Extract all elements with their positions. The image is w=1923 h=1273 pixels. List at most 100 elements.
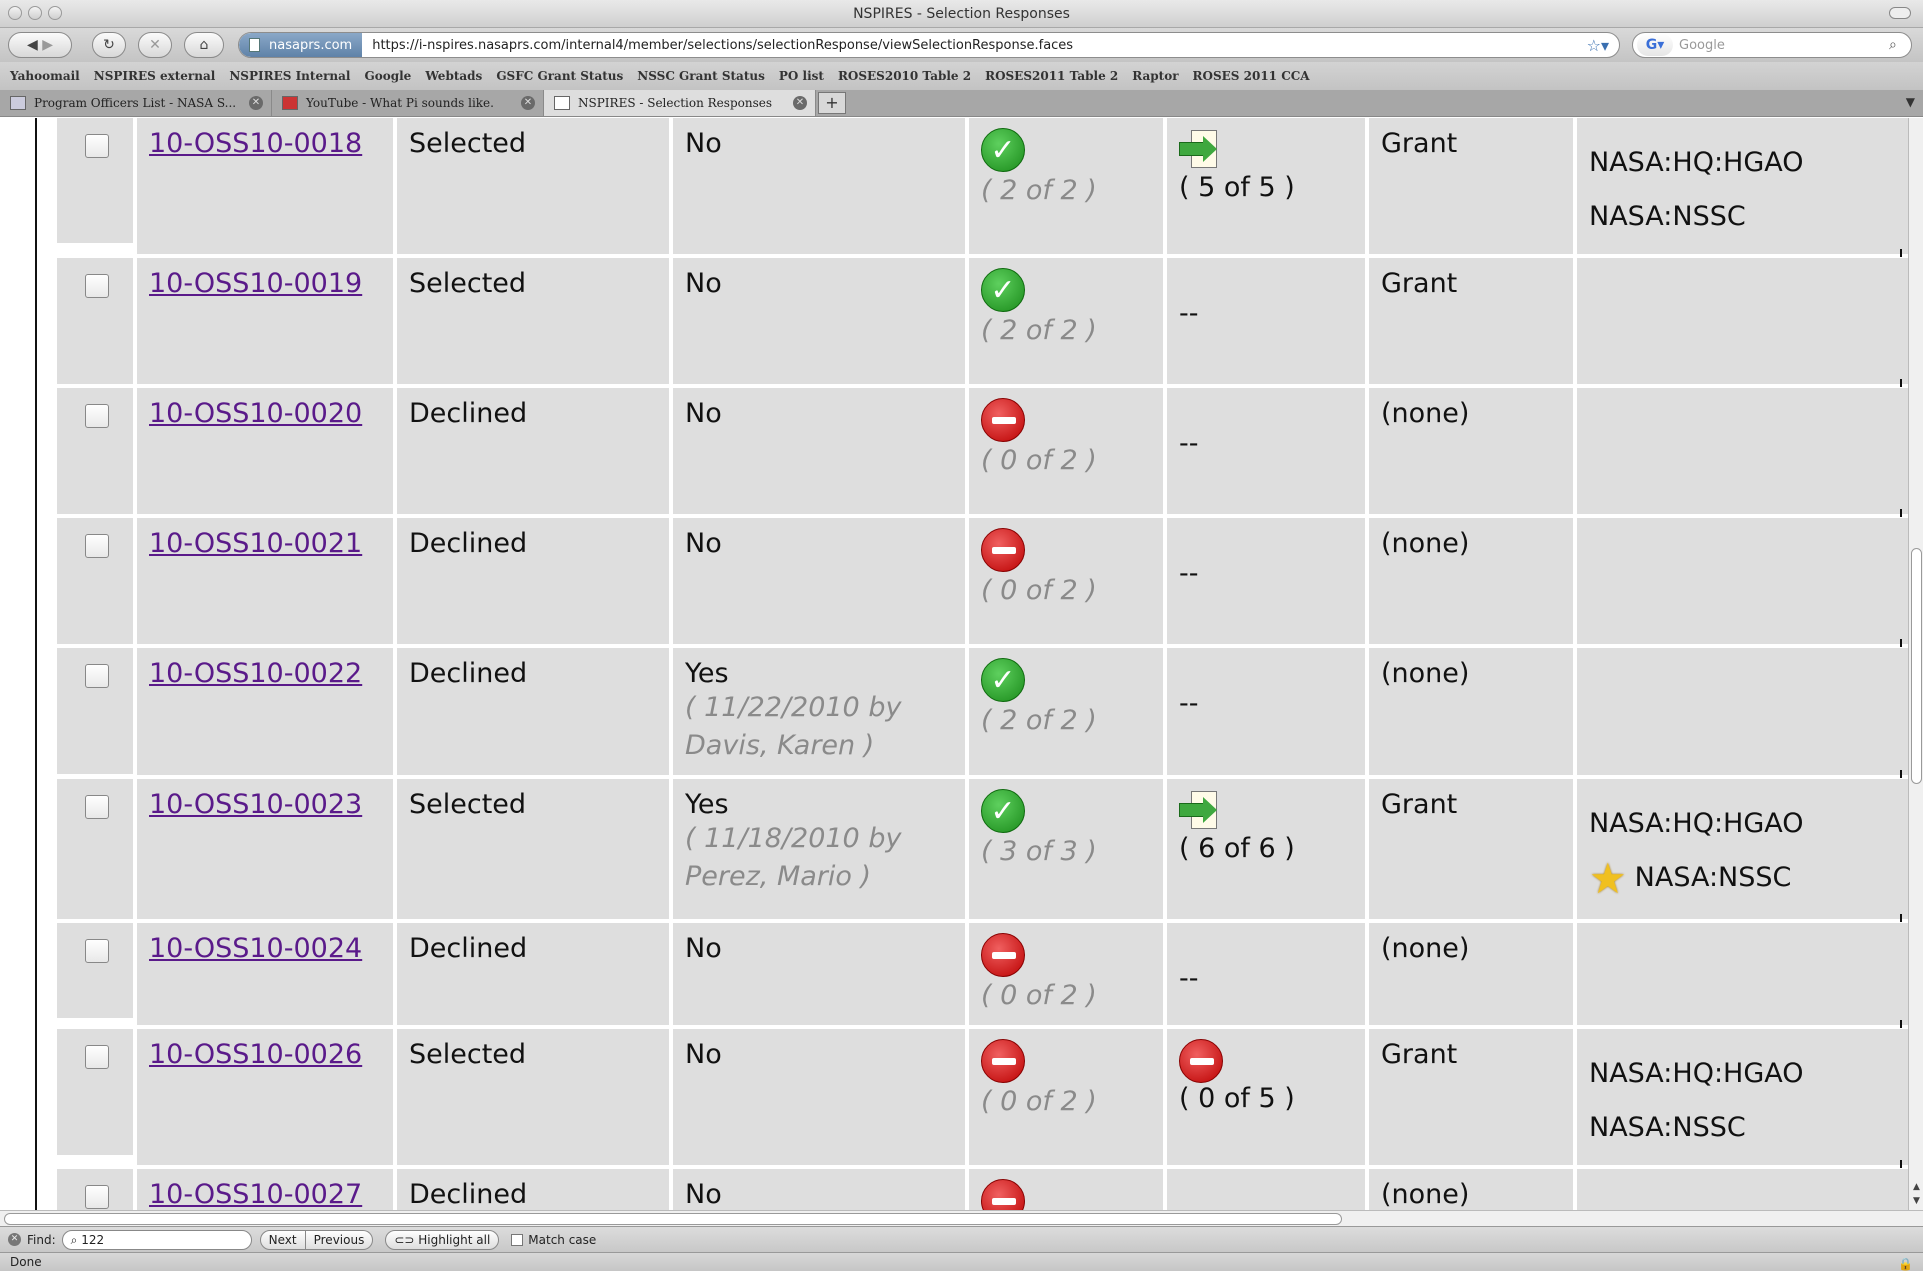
bookmark-item[interactable]: Webtads [425,69,482,83]
google-icon[interactable]: G▾ [1637,34,1673,56]
bookmark-item[interactable]: NSPIRES Internal [229,69,350,83]
check-cell: ✓( 3 of 3 ) [969,779,1163,919]
proposal-id-link[interactable]: 10-OSS10-0022 [149,658,362,689]
proposal-id-link[interactable]: 10-OSS10-0020 [149,398,362,429]
bookmark-item[interactable]: PO list [779,69,824,83]
organizations-cell: NASA:HQ:HGAO NASA:NSSC [1577,1029,1908,1168]
bookmark-item[interactable]: Yahoomail [10,69,80,83]
bookmark-item[interactable]: NSPIRES external [94,69,216,83]
check-icon: ✓ [981,658,1025,702]
status-cell: Selected [397,258,669,384]
proposal-id-link[interactable]: 10-OSS10-0027 [149,1179,362,1210]
status-cell: Declined [397,923,669,1025]
award-type-cell: Grant [1369,1029,1573,1165]
scroll-arrows-icon[interactable]: ▲ ▼ [1910,1180,1923,1210]
tab-list-icon[interactable]: ▼ [1906,95,1915,109]
org-entry: NASA:NSSC [1589,190,1896,244]
row-select-checkbox[interactable] [85,795,109,819]
response-cell: Yes( 11/18/2010 by Perez, Mario ) [673,779,965,919]
horizontal-scroll-thumb[interactable] [4,1213,1342,1225]
home-button[interactable]: ⌂ [184,32,224,58]
row-select-checkbox[interactable] [85,664,109,688]
find-input[interactable]: ⌕ 122 [61,1229,252,1250]
vertical-scroll-thumb[interactable] [1911,548,1922,784]
back-forward-button[interactable]: ◀ ▶ [8,32,72,58]
proposal-id-link[interactable]: 10-OSS10-0021 [149,528,362,559]
search-box[interactable]: G▾ Google ⌕ [1632,32,1912,58]
row-select-checkbox[interactable] [85,274,109,298]
award-type-text: Grant [1381,268,1458,299]
find-previous-button[interactable]: Previous [305,1229,374,1250]
document-arrow-icon[interactable] [1179,789,1221,833]
match-case-checkbox[interactable] [511,1233,524,1246]
url-bar[interactable]: nasaprs.com https://i-nspires.nasaprs.co… [238,32,1620,58]
bookmark-item[interactable]: ROSES2010 Table 2 [838,69,971,83]
highlight-all-button[interactable]: ⊂⊃ Highlight all [385,1229,500,1250]
title-bar: NSPIRES - Selection Responses [0,0,1923,28]
row-select-checkbox[interactable] [85,939,109,963]
row-select-checkbox[interactable] [85,134,109,158]
tab-youtube[interactable]: YouTube - What Pi sounds like. ✕ [272,90,544,116]
bookmark-item[interactable]: GSFC Grant Status [496,69,623,83]
horizontal-scrollbar[interactable] [0,1210,1923,1226]
select-cell [57,518,133,644]
proposal-id-link[interactable]: 10-OSS10-0019 [149,268,362,299]
proposal-id-link[interactable]: 10-OSS10-0024 [149,933,362,964]
check-count: ( 2 of 2 ) [981,705,1097,736]
bookmark-item[interactable]: ROSES2011 Table 2 [985,69,1118,83]
response-cell: No [673,923,965,1025]
toolbar-toggle-button[interactable] [1889,7,1911,19]
row-select-checkbox[interactable] [85,404,109,428]
proposal-id-cell: 10-OSS10-0026 [137,1029,393,1165]
organizations-cell: NASA:HQ:HGAO NASA:NSSC [1577,118,1908,257]
find-next-button[interactable]: Next [259,1229,306,1250]
home-icon: ⌂ [199,37,209,53]
proposal-id-link[interactable]: 10-OSS10-0026 [149,1039,362,1070]
bookmark-star-icon[interactable]: ☆▾ [1587,36,1609,55]
response-note: ( 11/18/2010 by Perez, Mario ) [685,823,902,892]
response-cell: No [673,258,965,384]
proposal-id-link[interactable]: 10-OSS10-0023 [149,789,362,820]
award-type-text: (none) [1381,658,1470,689]
status-cell: Declined [397,1169,669,1210]
bookmark-item[interactable]: Raptor [1132,69,1178,83]
find-close-icon[interactable]: ✕ [8,1233,21,1246]
proposal-id-link[interactable]: 10-OSS10-0018 [149,128,362,159]
org-entry: NASA:NSSC [1589,1101,1896,1155]
stop-button[interactable]: ✕ [138,32,172,58]
tab-program-officers[interactable]: Program Officers List - NASA S... ✕ [0,90,272,116]
select-cell [57,1169,133,1210]
new-tab-button[interactable]: + [818,92,846,114]
url-text[interactable]: https://i-nspires.nasaprs.com/internal4/… [362,38,1073,53]
org-entry: NASA:HQ:HGAO [1589,1047,1896,1101]
tab-nspires[interactable]: NSPIRES - Selection Responses ✕ [544,90,816,116]
select-cell [57,648,133,774]
tab-close-icon[interactable]: ✕ [793,96,807,110]
table-row: 10-OSS10-0018 Selected No ✓( 2 of 2 ) ( 5 of… [57,118,1908,258]
search-icon[interactable]: ⌕ [1889,37,1911,53]
bookmark-item[interactable]: NSSC Grant Status [637,69,765,83]
bookmarks-bar: Yahoomail NSPIRES external NSPIRES Interna… [0,62,1923,90]
reload-button[interactable]: ↻ [92,32,126,58]
bookmark-item[interactable]: ROSES 2011 CCA [1193,69,1310,83]
row-select-checkbox[interactable] [85,1045,109,1069]
document-arrow-icon[interactable] [1179,128,1221,172]
row-select-checkbox[interactable] [85,534,109,558]
search-input[interactable]: Google [1673,38,1889,53]
vertical-scrollbar[interactable]: ▲ ▼ [1908,118,1923,1210]
award-type-cell: (none) [1369,518,1573,644]
check-cell: ✓( 2 of 2 ) [969,118,1163,254]
status-text: Declined [409,528,528,559]
row-select-checkbox[interactable] [85,1185,109,1209]
document-count: ( 5 of 5 ) [1179,172,1295,203]
site-identity-badge[interactable]: nasaprs.com [239,33,363,57]
document-count: -- [1179,688,1199,719]
organizations-cell [1577,518,1908,647]
tab-close-icon[interactable]: ✕ [249,96,263,110]
award-type-cell: (none) [1369,1169,1573,1210]
select-cell [57,118,133,243]
tab-close-icon[interactable]: ✕ [521,96,535,110]
award-type-cell: (none) [1369,388,1573,514]
documents-cell: -- [1167,923,1365,1025]
bookmark-item[interactable]: Google [364,69,411,83]
